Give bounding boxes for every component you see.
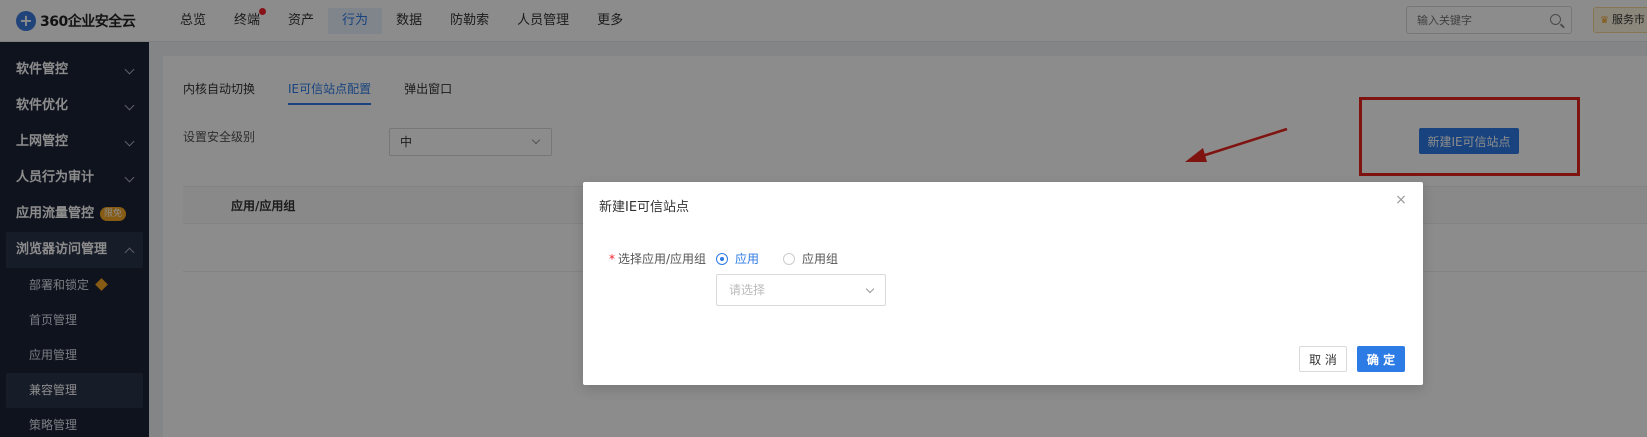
required-mark: * bbox=[609, 252, 615, 266]
close-icon[interactable]: × bbox=[1395, 193, 1407, 207]
radio-checked-icon bbox=[716, 252, 728, 265]
new-site-dialog: 新建IE可信站点 × * 选择应用/应用组 应用 应用组 请选择 取 消 确 定 bbox=[583, 182, 1423, 385]
radio-unchecked-icon bbox=[783, 252, 795, 265]
app-select[interactable]: 请选择 bbox=[716, 274, 886, 306]
radio-app-group[interactable]: 应用组 bbox=[783, 250, 838, 267]
form-label-text: 选择应用/应用组 bbox=[618, 252, 707, 266]
app-select-placeholder: 请选择 bbox=[729, 283, 766, 297]
cancel-button[interactable]: 取 消 bbox=[1299, 346, 1347, 372]
chevron-down-icon bbox=[865, 284, 875, 294]
radio-app[interactable]: 应用 bbox=[716, 250, 759, 267]
form-label: * 选择应用/应用组 bbox=[609, 250, 706, 267]
confirm-button[interactable]: 确 定 bbox=[1357, 346, 1405, 372]
dialog-title: 新建IE可信站点 bbox=[599, 200, 690, 215]
radio-app-group-label: 应用组 bbox=[802, 252, 839, 266]
radio-app-label: 应用 bbox=[735, 252, 760, 266]
